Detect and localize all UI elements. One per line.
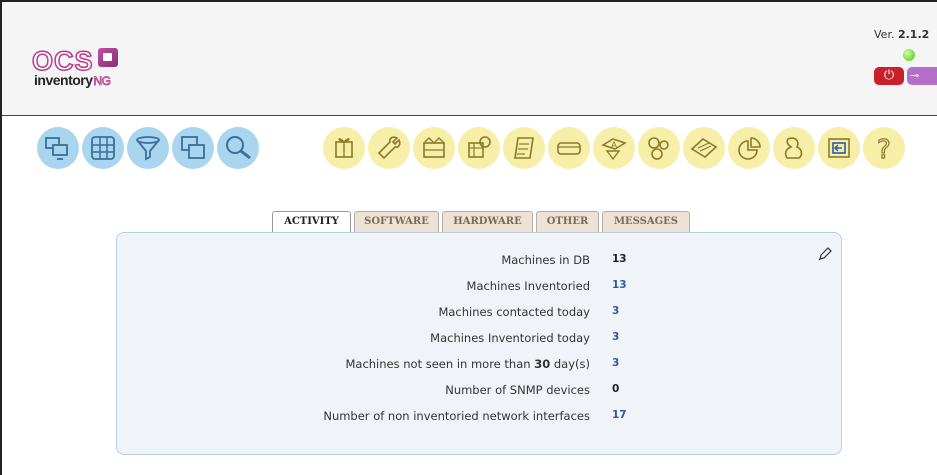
ocs-logo[interactable]: OCS inventoryNG <box>31 46 124 88</box>
version-label: Ver. 2.1.2 <box>874 28 930 41</box>
stat-label: Machines Inventoried <box>466 279 590 293</box>
stat-label: Machines Inventoried today <box>430 331 590 345</box>
svg-text:?: ? <box>877 135 891 163</box>
network-icon[interactable] <box>413 127 455 169</box>
tab-software[interactable]: SOFTWARE <box>354 211 439 232</box>
stat-value: 13 <box>612 253 627 265</box>
stat-value-link[interactable]: 3 <box>612 357 619 369</box>
key-icon: ⊸ <box>910 69 920 82</box>
stat-label: Machines not seen in more than 30 day(s) <box>345 357 590 371</box>
statistics-icon[interactable] <box>728 127 770 169</box>
search-icon[interactable] <box>217 127 259 169</box>
logs-icon[interactable] <box>503 127 545 169</box>
activity-panel: Machines in DB 13 Machines Inventoried 1… <box>116 232 842 455</box>
stat-row-machines-inventoried: Machines Inventoried 13 <box>117 279 843 299</box>
stat-row-machines-in-db: Machines in DB 13 <box>117 253 843 273</box>
users-icon[interactable] <box>773 127 815 169</box>
registry-icon[interactable] <box>458 127 500 169</box>
stat-value: 0 <box>612 383 620 395</box>
tab-messages[interactable]: MESSAGES <box>602 211 690 232</box>
stat-row-not-seen: Machines not seen in more than 30 day(s)… <box>117 357 843 377</box>
configuration-icon[interactable] <box>368 127 410 169</box>
header: OCS inventoryNG Ver. 2.1.2 <box>2 2 937 116</box>
admin-key-button[interactable]: ⊸ <box>907 67 937 85</box>
logout-button[interactable]: ⏻ <box>874 67 904 85</box>
reports-icon[interactable] <box>683 127 725 169</box>
computers-icon[interactable] <box>37 127 79 169</box>
power-icon: ⏻ <box>883 68 895 83</box>
stat-row-inventoried-today: Machines Inventoried today 3 <box>117 331 843 351</box>
packages-icon[interactable] <box>323 127 365 169</box>
back-icon[interactable] <box>818 127 860 169</box>
duplicates-icon[interactable] <box>172 127 214 169</box>
stat-value-link[interactable]: 17 <box>612 409 627 421</box>
logo-cube-icon <box>98 48 118 67</box>
stat-label: Number of SNMP devices <box>445 383 590 397</box>
snmp-icon[interactable] <box>548 127 590 169</box>
stat-value-link[interactable]: 13 <box>612 279 627 291</box>
tab-other[interactable]: OTHER <box>536 211 599 232</box>
filter-icon[interactable] <box>127 127 169 169</box>
stat-label: Number of non inventoried network interf… <box>323 409 590 423</box>
svg-text:A: A <box>611 141 618 151</box>
tab-hardware[interactable]: HARDWARE <box>442 211 533 232</box>
plugins-icon[interactable] <box>638 127 680 169</box>
stat-label: Machines contacted today <box>438 305 590 319</box>
logo-brand: OCS <box>31 46 94 76</box>
software-dictionary-icon[interactable]: A <box>593 127 635 169</box>
tab-activity[interactable]: ACTIVITY <box>272 211 351 234</box>
stat-row-non-inventoried-interfaces: Number of non inventoried network interf… <box>117 409 843 429</box>
status-indicator-icon <box>903 49 915 61</box>
groups-icon[interactable] <box>82 127 124 169</box>
help-icon[interactable]: ? <box>863 127 905 169</box>
stat-value-link[interactable]: 3 <box>612 305 619 317</box>
logo-product: inventoryNG <box>34 72 111 88</box>
stat-label: Machines in DB <box>501 253 590 267</box>
stat-value-link[interactable]: 3 <box>612 331 619 343</box>
stat-row-snmp-devices: Number of SNMP devices 0 <box>117 383 843 403</box>
stat-row-contacted-today: Machines contacted today 3 <box>117 305 843 325</box>
